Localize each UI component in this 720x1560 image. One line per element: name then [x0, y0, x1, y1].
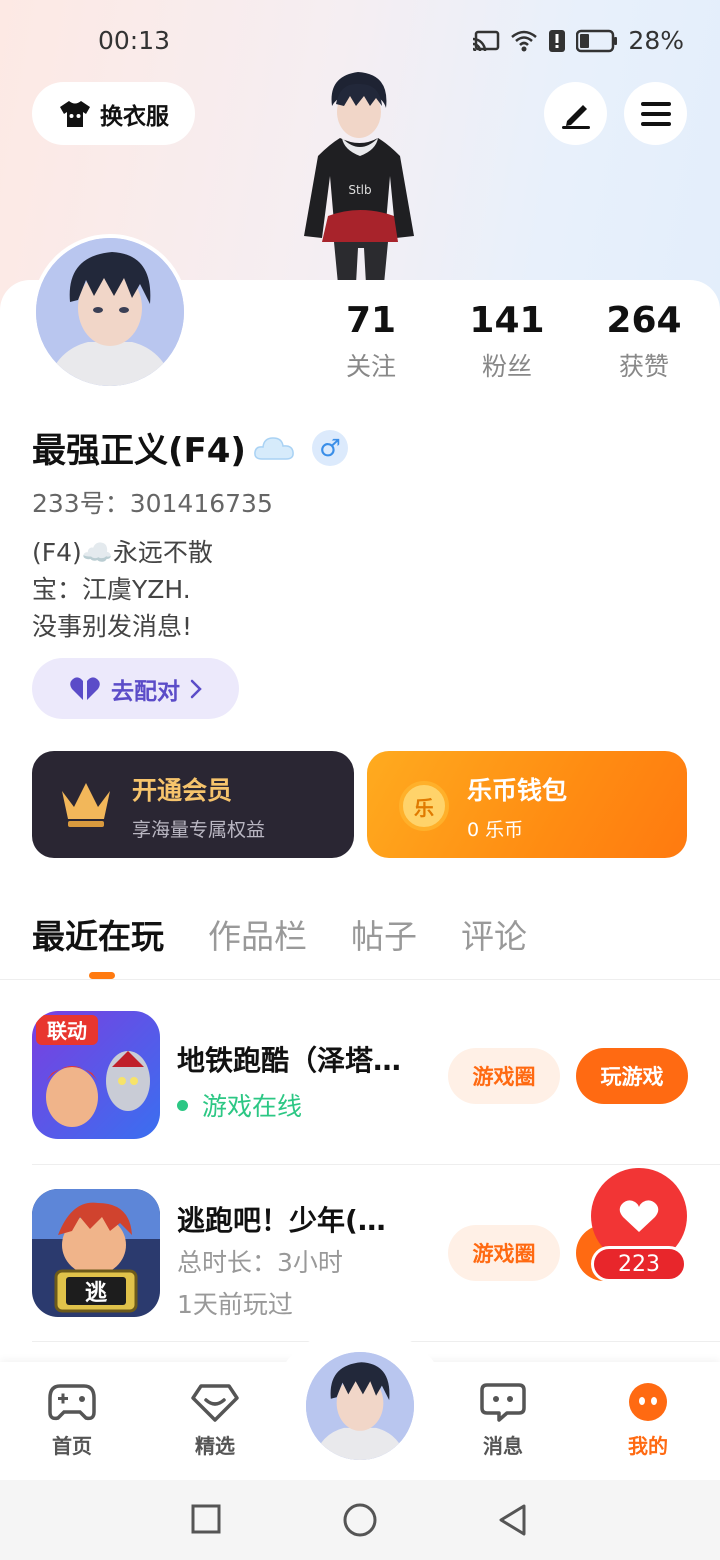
- profile-avatar[interactable]: [32, 234, 188, 390]
- recent-apps-icon[interactable]: [190, 1503, 222, 1535]
- back-triangle-icon[interactable]: [496, 1503, 528, 1537]
- avatar-character-figure[interactable]: Stlb: [290, 66, 430, 286]
- game-duration: 总时长：3小时: [177, 1248, 343, 1277]
- gender-male-icon: ♂: [311, 429, 348, 466]
- fans-label: 粉丝: [481, 352, 532, 381]
- crown-icon: [62, 783, 110, 827]
- game-last-played: 1天前玩过: [177, 1290, 293, 1319]
- heart-outline-icon: [191, 1384, 239, 1422]
- status-icons: 28%: [472, 26, 684, 55]
- avatar-portrait: [36, 238, 184, 386]
- battery-icon: [576, 29, 618, 52]
- nav-messages[interactable]: 消息: [463, 1382, 543, 1459]
- nav-avatar-portrait: [306, 1352, 414, 1460]
- tab-posts[interactable]: 帖子: [351, 910, 417, 958]
- bio-line: (F4)☁️永远不散: [32, 538, 213, 567]
- home-circle-icon[interactable]: [342, 1503, 378, 1539]
- cloud-emoji-icon: [254, 436, 294, 460]
- bio-line: 宝：江虞YZH.: [32, 575, 191, 604]
- heart-icon: [619, 1200, 659, 1232]
- list-divider: [32, 1164, 720, 1165]
- game-icon-art: 逃: [32, 1189, 160, 1317]
- game-icon-run-boy[interactable]: 逃: [32, 1189, 160, 1317]
- game-list-item[interactable]: 联动 地铁跑酷（泽塔… 游戏在线 游戏圈 玩游戏: [32, 1011, 688, 1171]
- profile-name-row: 最强正义(F4) ♂: [32, 423, 348, 472]
- game-name[interactable]: 地铁跑酷（泽塔…: [177, 1039, 437, 1079]
- nav-avatar-button[interactable]: [302, 1348, 418, 1464]
- game-online-label: 游戏在线: [202, 1092, 303, 1121]
- change-outfit-label: 换衣服: [100, 103, 169, 130]
- match-button[interactable]: 去配对: [32, 658, 239, 719]
- bio-line: 没事别发消息!: [32, 612, 193, 641]
- chevron-right-icon: [190, 679, 202, 698]
- game-name[interactable]: 逃跑吧！少年(…: [177, 1199, 437, 1239]
- status-time: 00:13: [98, 26, 171, 55]
- vip-title: 开通会员: [132, 776, 233, 805]
- game-icon-badge: 联动: [47, 1019, 87, 1043]
- profile-bio: (F4)☁️永远不散 宝：江虞YZH. 没事别发消息!: [32, 534, 213, 645]
- coin-icon: 乐: [399, 781, 449, 831]
- gamepad-icon: [48, 1384, 96, 1421]
- stat-following[interactable]: 71 关注: [311, 300, 431, 383]
- fans-count: 141: [469, 300, 545, 341]
- following-count: 71: [345, 300, 397, 341]
- nav-featured[interactable]: 精选: [175, 1382, 255, 1459]
- edit-profile-button[interactable]: [544, 82, 607, 145]
- stat-fans[interactable]: 141 粉丝: [447, 300, 567, 383]
- user-id[interactable]: 233号：301416735: [32, 484, 273, 520]
- game-list-item[interactable]: 逃 逃跑吧！少年(… 总时长：3小时 1天前玩过 游戏圈: [32, 1189, 688, 1349]
- vip-subtitle: 享海量专属权益: [132, 819, 266, 841]
- like-count: 223: [591, 1246, 687, 1282]
- broken-heart-icon: [70, 676, 100, 700]
- game-icon-art: 联动: [32, 1011, 160, 1139]
- likes-label: 获赞: [618, 352, 669, 381]
- nav-mine[interactable]: 我的: [608, 1382, 688, 1459]
- play-game-button[interactable]: 玩游戏: [576, 1048, 688, 1104]
- active-tab-indicator: [89, 972, 115, 979]
- wallet-balance: 0 乐币: [467, 819, 524, 841]
- nav-featured-label: 精选: [195, 1434, 235, 1458]
- game-icon-badge: 逃: [85, 1281, 108, 1306]
- shirt-icon: [60, 100, 90, 127]
- likes-count: 264: [606, 300, 682, 341]
- wifi-icon: [511, 30, 538, 51]
- profile-tabs: 最近在玩 作品栏 帖子 评论: [32, 910, 527, 958]
- game-online-status: 游戏在线: [177, 1087, 302, 1123]
- tab-recently-played[interactable]: 最近在玩: [32, 910, 164, 958]
- profile-name: 最强正义(F4): [32, 431, 246, 471]
- pencil-icon: [561, 104, 590, 129]
- wallet-title: 乐币钱包: [467, 776, 568, 805]
- menu-button[interactable]: [624, 82, 687, 145]
- match-label: 去配对: [111, 678, 180, 705]
- game-circle-button[interactable]: 游戏圈: [448, 1225, 560, 1281]
- online-dot-icon: [177, 1099, 188, 1111]
- svg-text:Stlb: Stlb: [348, 183, 371, 197]
- smiley-icon: [629, 1383, 667, 1421]
- game-circle-button[interactable]: 游戏圈: [448, 1048, 560, 1104]
- following-label: 关注: [345, 352, 396, 381]
- stat-likes[interactable]: 264 获赞: [584, 300, 704, 383]
- chat-bubble-icon: [480, 1383, 526, 1422]
- nav-mine-label: 我的: [628, 1434, 668, 1458]
- cast-icon: [473, 30, 500, 51]
- vip-membership-card[interactable]: 开通会员 享海量专属权益: [32, 751, 354, 858]
- change-outfit-button[interactable]: 换衣服: [32, 82, 195, 145]
- tab-works[interactable]: 作品栏: [208, 910, 307, 958]
- nav-home[interactable]: 首页: [32, 1382, 112, 1459]
- nav-home-label: 首页: [52, 1434, 92, 1458]
- floating-like-widget[interactable]: 223: [591, 1168, 687, 1282]
- battery-percent: 28%: [628, 26, 684, 55]
- tabs-divider: [0, 979, 720, 980]
- nav-messages-label: 消息: [483, 1434, 523, 1458]
- hamburger-menu-icon: [640, 101, 671, 126]
- wallet-card[interactable]: 乐 乐币钱包 0 乐币: [367, 751, 687, 858]
- game-icon-subway-surfers[interactable]: 联动: [32, 1011, 160, 1139]
- tab-comments[interactable]: 评论: [461, 910, 527, 958]
- alert-icon: [549, 29, 566, 52]
